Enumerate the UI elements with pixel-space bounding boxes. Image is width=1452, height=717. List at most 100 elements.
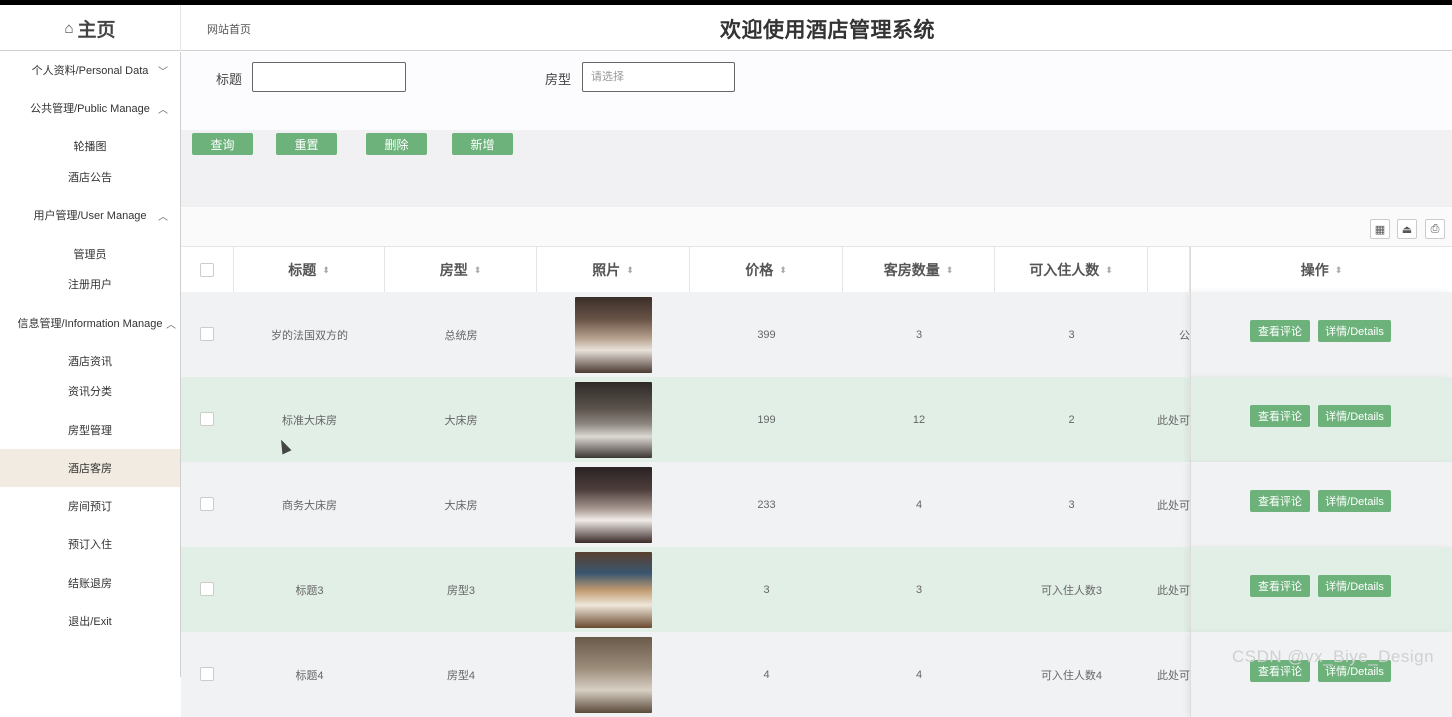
cell-extra: 此处可 (1157, 499, 1190, 512)
table-toolbar: ▦ ⏏ ⎙ (181, 206, 1452, 246)
cell-capacity: 3 (1068, 328, 1075, 341)
sort-icon: ⬍ (322, 264, 330, 275)
sidebar: 个人资料/Personal Data ﹀ 公共管理/Public Manage … (0, 52, 181, 677)
table-row[interactable]: 标题4 房型4 4 4 可入住人数4 此处可 查看评论 详情/Details (181, 632, 1452, 717)
chevron-up-icon: ︿ (166, 319, 176, 331)
cell-title: 标题4 (295, 669, 324, 682)
cell-photo (537, 462, 690, 547)
col-type[interactable]: 房型 ⬍ (385, 247, 537, 293)
row-checkbox[interactable] (200, 412, 214, 426)
cell-title: 标题3 (295, 584, 324, 597)
cell-room-count: 3 (915, 328, 923, 341)
view-comments-button[interactable]: 查看评论 (1250, 405, 1310, 427)
details-button[interactable]: 详情/Details (1318, 320, 1391, 342)
cell-price: 4 (763, 668, 770, 681)
cell-price: 199 (757, 413, 776, 426)
sidebar-item-checkout[interactable]: 结账退房 (0, 568, 180, 598)
sidebar-group-label: 个人资料/Personal Data (31, 65, 149, 77)
col-photo[interactable]: 照片 ⬍ (537, 247, 690, 293)
query-button[interactable]: 查询 (192, 133, 253, 155)
room-photo[interactable] (575, 551, 652, 628)
type-select[interactable]: 请选择 (582, 62, 735, 92)
sidebar-item-rooms[interactable]: 酒店客房 (0, 449, 180, 487)
cell-price: 3 (763, 583, 770, 596)
col-capacity[interactable]: 可入住人数 ⬍ (995, 247, 1148, 293)
sort-icon: ⬍ (779, 264, 787, 275)
cell-capacity: 可入住人数4 (1040, 669, 1103, 682)
table-row[interactable]: 标题3 房型3 3 3 可入住人数3 此处可 查看评论 详情/Details (181, 547, 1452, 632)
details-button[interactable]: 详情/Details (1318, 490, 1391, 512)
delete-button[interactable]: 删除 (366, 133, 427, 155)
row-checkbox[interactable] (200, 582, 214, 596)
sidebar-item-carousel[interactable]: 轮播图 (0, 131, 180, 161)
actions-cell: 查看评论 详情/Details (1190, 632, 1452, 717)
table-row[interactable]: 岁的法国双方的 总统房 399 3 3 公 查看评论 详情/Details (181, 292, 1452, 377)
sidebar-item-news-category[interactable]: 资讯分类 (0, 376, 180, 406)
watermark: CSDN @vx_Biye_Design (1232, 647, 1435, 666)
sidebar-item-booking[interactable]: 房间预订 (0, 491, 180, 521)
details-button[interactable]: 详情/Details (1318, 575, 1391, 597)
cell-type: 总统房 (444, 329, 478, 342)
cell-type: 大床房 (444, 499, 478, 512)
col-actions[interactable]: 操作 ⬍ (1190, 247, 1452, 293)
add-button[interactable]: 新增 (452, 133, 513, 155)
col-room-count[interactable]: 客房数量 ⬍ (843, 247, 995, 293)
sidebar-item-checkin[interactable]: 预订入住 (0, 529, 180, 559)
sort-icon: ⬍ (1334, 264, 1343, 275)
select-all-checkbox[interactable] (200, 263, 214, 277)
search-panel: 标题 房型 请选择 (181, 52, 1452, 130)
cell-type: 大床房 (444, 414, 478, 427)
page-title: 欢迎使用酒店管理系统 (720, 19, 935, 42)
sidebar-group-label: 公共管理/Public Manage (30, 103, 150, 115)
sidebar-group-label: 信息管理/Information Manage (17, 318, 163, 330)
sidebar-item-news[interactable]: 酒店资讯 (0, 346, 180, 376)
details-button[interactable]: 详情/Details (1318, 405, 1391, 427)
view-comments-button[interactable]: 查看评论 (1250, 490, 1310, 512)
sidebar-group-personal[interactable]: 个人资料/Personal Data ﹀ (0, 55, 180, 85)
row-checkbox[interactable] (200, 497, 214, 511)
cell-type: 房型3 (446, 584, 476, 597)
sidebar-item-exit[interactable]: 退出/Exit (0, 606, 180, 636)
view-comments-button[interactable]: 查看评论 (1250, 575, 1310, 597)
sidebar-item-admin[interactable]: 管理员 (0, 239, 180, 269)
cell-room-count: 4 (915, 668, 923, 681)
view-comments-button[interactable]: 查看评论 (1250, 320, 1310, 342)
print-icon[interactable]: ⎙ (1425, 219, 1445, 239)
reset-button[interactable]: 重置 (276, 133, 337, 155)
cell-title: 岁的法国双方的 (271, 329, 348, 342)
cell-extra: 此处可 (1157, 584, 1190, 597)
room-photo[interactable] (575, 381, 652, 458)
export-icon[interactable]: ⏏ (1397, 219, 1417, 239)
cell-room-count: 12 (912, 413, 926, 426)
table-row[interactable]: 商务大床房 大床房 233 4 3 此处可 查看评论 详情/Details (181, 462, 1452, 547)
row-checkbox[interactable] (200, 667, 214, 681)
home-link[interactable]: ⌂ 主页 (0, 5, 181, 51)
home-label: 主页 (77, 19, 116, 41)
breadcrumb[interactable]: 网站首页 (207, 21, 251, 37)
table-row[interactable]: 标准大床房 大床房 199 12 2 此处可 查看评论 详情/Details (181, 377, 1452, 462)
sidebar-item-notice[interactable]: 酒店公告 (0, 162, 180, 192)
chevron-up-icon: ︿ (158, 104, 168, 116)
table-header: 标题 ⬍ 房型 ⬍ 照片 ⬍ 价格 ⬍ 客房数量 ⬍ 可入住人数 ⬍ 操作 ⬍ (181, 246, 1452, 293)
room-photo[interactable] (575, 296, 652, 373)
cell-capacity: 3 (1068, 498, 1075, 511)
sidebar-group-user[interactable]: 用户管理/User Manage ︿ (0, 200, 180, 230)
sort-icon: ⬍ (473, 264, 482, 275)
row-checkbox[interactable] (200, 327, 214, 341)
room-photo[interactable] (575, 466, 652, 543)
cell-extra: 此处可 (1157, 414, 1190, 427)
title-search-input[interactable] (252, 62, 406, 92)
sort-icon: ⬍ (626, 264, 634, 275)
sidebar-group-info[interactable]: 信息管理/Information Manage ︿ (0, 308, 180, 338)
col-title[interactable]: 标题 ⬍ (234, 247, 385, 293)
action-bar: 查询 重置 删除 新增 (181, 130, 1452, 206)
cell-extra: 此处可 (1157, 669, 1190, 682)
grid-icon[interactable]: ▦ (1370, 219, 1390, 239)
col-price[interactable]: 价格 ⬍ (690, 247, 843, 293)
sidebar-group-public[interactable]: 公共管理/Public Manage ︿ (0, 93, 180, 123)
cell-photo (537, 292, 690, 377)
sidebar-item-users[interactable]: 注册用户 (0, 269, 180, 299)
room-photo[interactable] (575, 636, 652, 713)
sidebar-item-room-types[interactable]: 房型管理 (0, 415, 180, 445)
cell-photo (537, 632, 690, 717)
